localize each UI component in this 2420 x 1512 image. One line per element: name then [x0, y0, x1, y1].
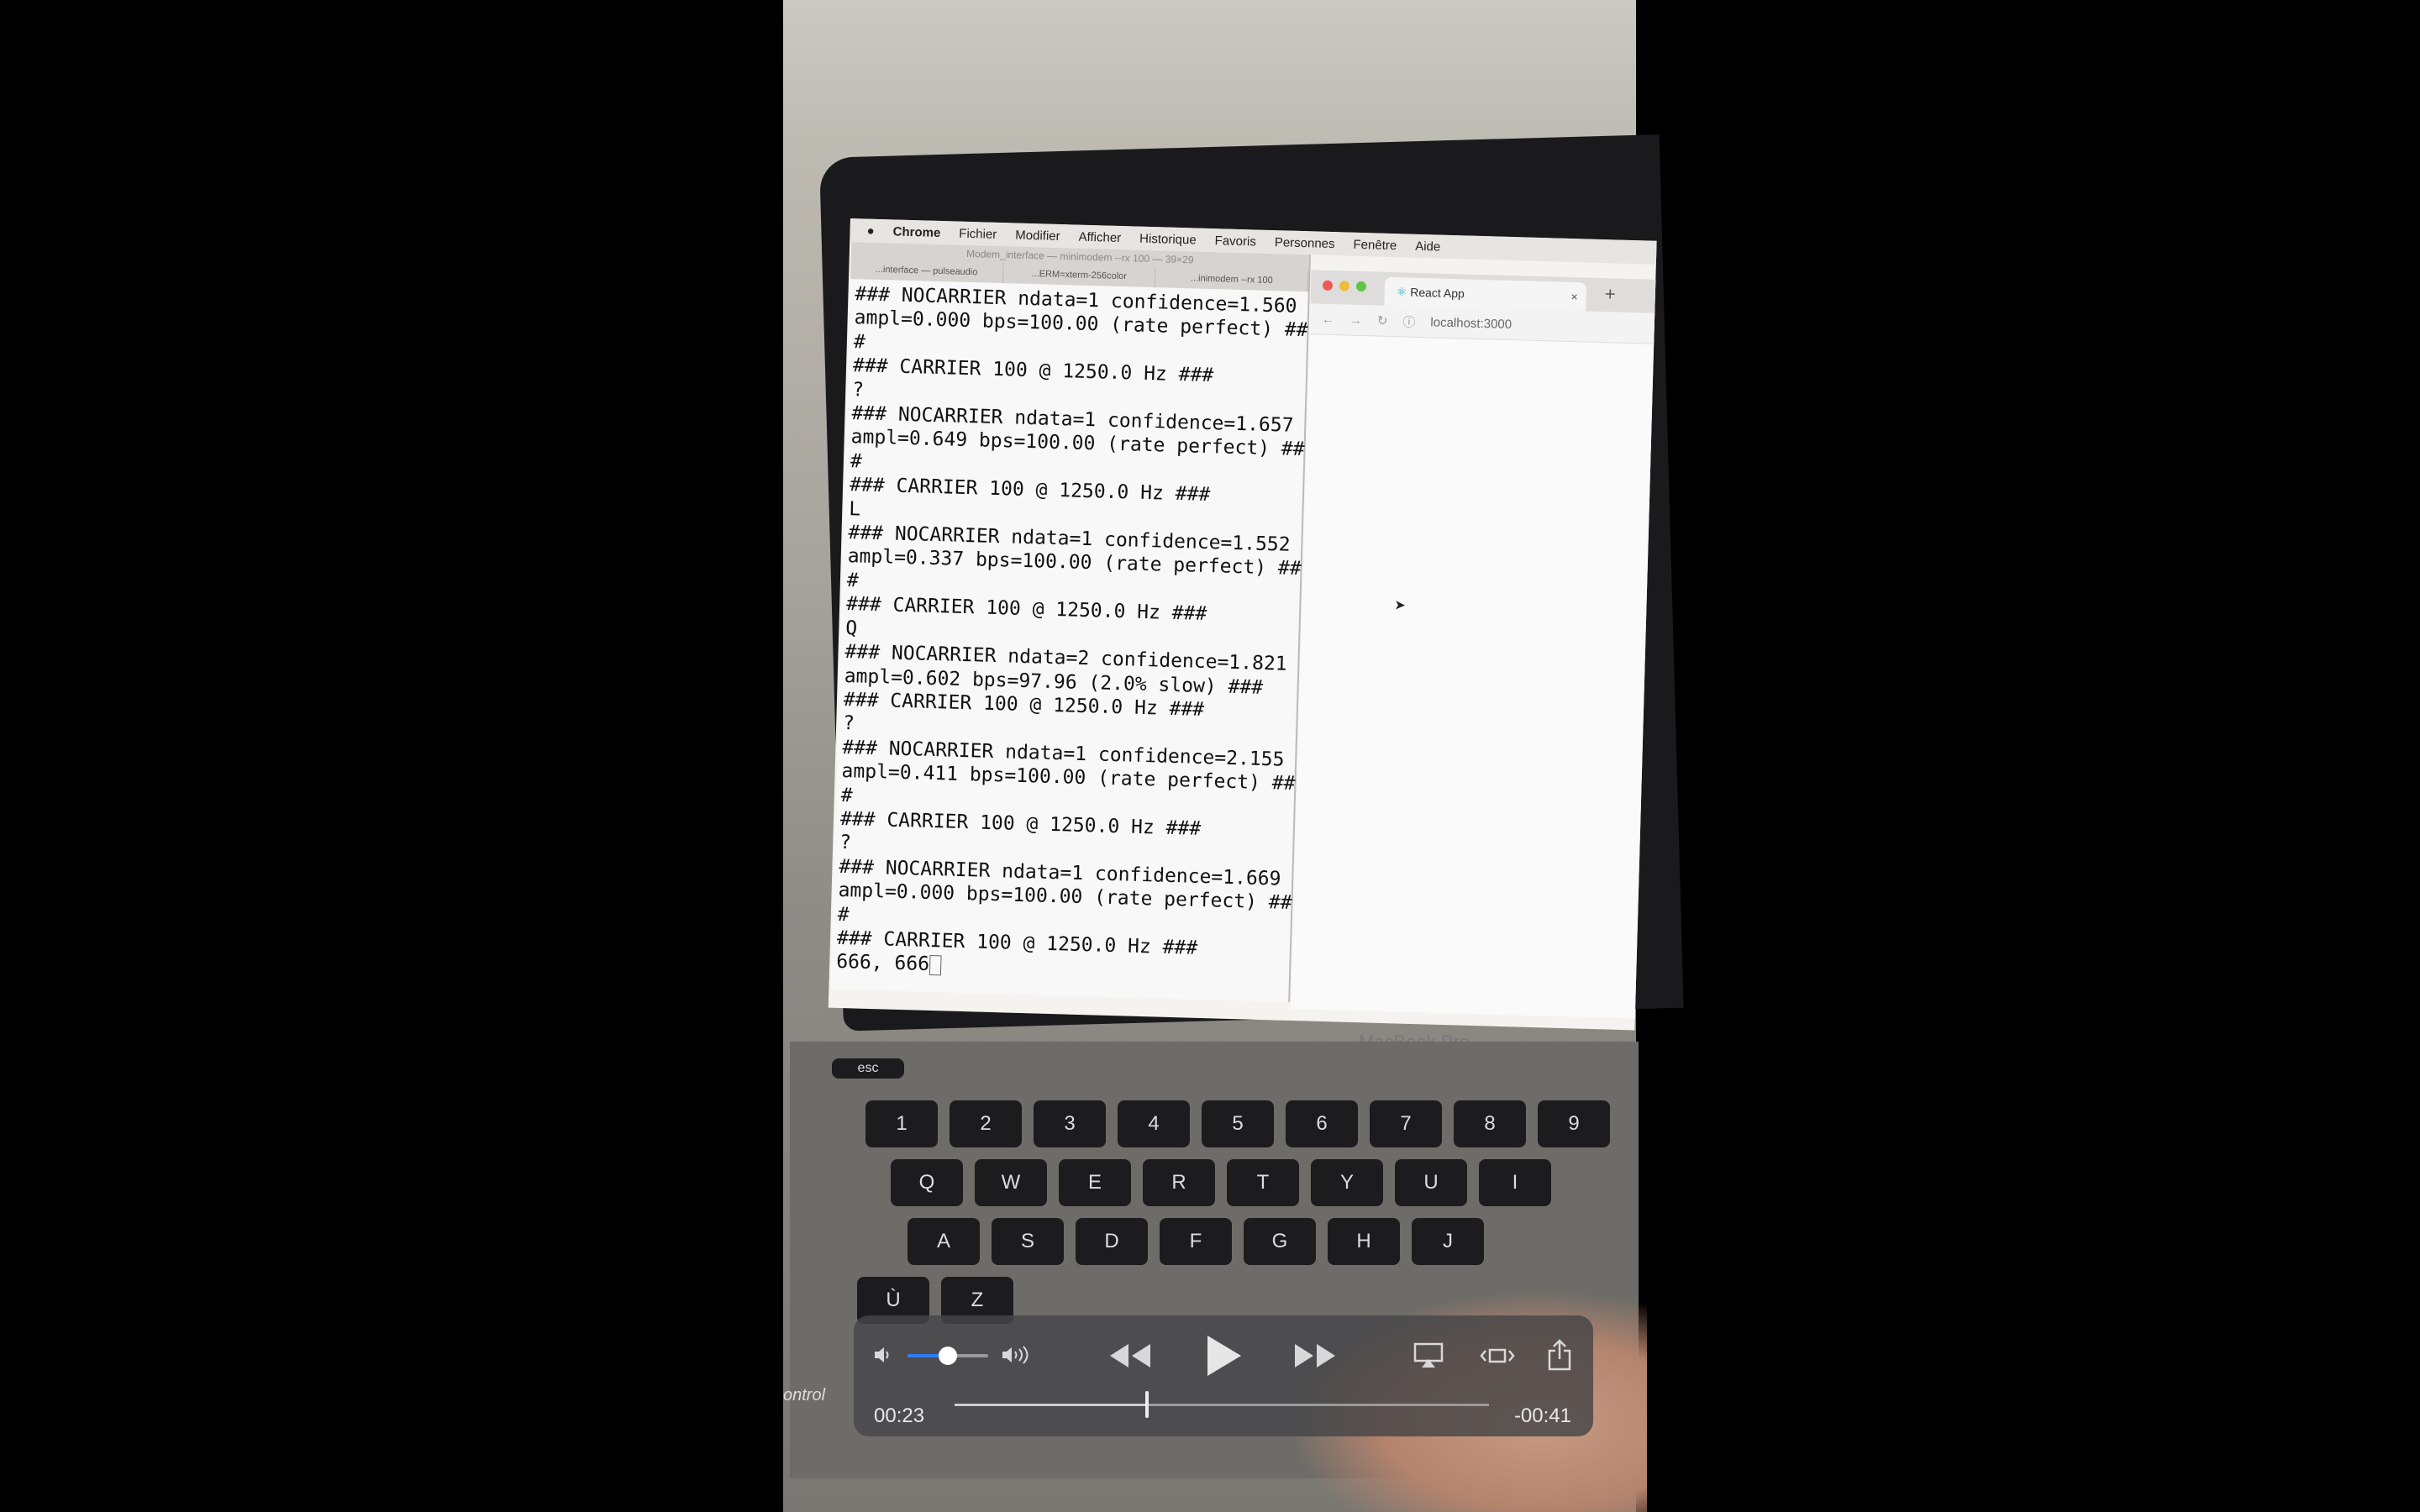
terminal-line: #	[850, 449, 863, 473]
terminal-line: ?	[839, 832, 852, 854]
react-favicon-icon: ⚛	[1396, 285, 1407, 299]
close-window-button[interactable]	[1322, 280, 1334, 291]
key: H	[1328, 1218, 1400, 1265]
key: 9	[1538, 1100, 1610, 1147]
menu-app-name[interactable]: Chrome	[892, 224, 940, 240]
terminal-line: #	[853, 330, 866, 354]
terminal-line: #	[840, 784, 854, 806]
terminal-window[interactable]: Modem_interface — minimodem --rx 100 — 3…	[830, 242, 1312, 1002]
terminal-line: #	[846, 569, 860, 592]
minimize-window-button[interactable]	[1339, 281, 1350, 291]
key: U	[1395, 1159, 1467, 1206]
share-icon[interactable]	[1544, 1337, 1575, 1373]
key: A	[908, 1218, 980, 1265]
info-icon[interactable]: ⓘ	[1402, 312, 1416, 330]
menu-favoris[interactable]: Favoris	[1214, 234, 1256, 249]
menu-aide[interactable]: Aide	[1415, 239, 1440, 254]
key: esc	[832, 1058, 904, 1079]
terminal-line: 666, 666	[835, 951, 930, 976]
menu-fichier[interactable]: Fichier	[959, 226, 997, 241]
reload-icon[interactable]: ↻	[1377, 313, 1388, 328]
key: 5	[1202, 1100, 1274, 1147]
play-icon[interactable]	[1202, 1332, 1245, 1379]
laptop-screen: ● Chrome Fichier Modifier Afficher Histo…	[828, 218, 1657, 1031]
volume-knob[interactable]	[939, 1347, 957, 1365]
video-player-controls: 00:23 -00:41	[854, 1315, 1593, 1436]
menu-afficher[interactable]: Afficher	[1078, 229, 1121, 244]
address-bar[interactable]: localhost:3000	[1430, 315, 1512, 332]
menu-personnes[interactable]: Personnes	[1275, 235, 1335, 251]
browser-window[interactable]: ⚛ React App × + ← → ↻ ⓘ localhost:3000 ➤	[1290, 270, 1657, 1019]
zoom-window-button[interactable]	[1355, 281, 1367, 292]
key: J	[1412, 1218, 1484, 1265]
key: 8	[1454, 1100, 1526, 1147]
terminal-cursor	[929, 954, 942, 976]
mouse-pointer-icon: ➤	[1394, 598, 1407, 613]
airplay-icon[interactable]	[1412, 1341, 1445, 1371]
back-icon[interactable]: ←	[1322, 312, 1334, 326]
terminal-tab-active[interactable]: ...inimodem --rx 100	[1155, 267, 1309, 292]
terminal-line: #	[837, 903, 850, 926]
key: Y	[1311, 1159, 1383, 1206]
new-tab-button[interactable]: +	[1604, 283, 1616, 305]
browser-page-content[interactable]: ➤	[1291, 333, 1657, 1018]
scrubber-handle[interactable]	[1144, 1391, 1149, 1418]
volume-slider[interactable]	[908, 1347, 988, 1365]
terminal-output: ### NOCARRIER ndata=1 confidence=1.560 a…	[831, 279, 1308, 990]
terminal-line: ### CARRIER 100 @ 1250.0 Hz ###	[852, 354, 1214, 387]
key: S	[992, 1218, 1064, 1265]
key: 7	[1370, 1100, 1442, 1147]
menu-historique[interactable]: Historique	[1139, 231, 1197, 247]
volume-high-icon[interactable]	[1000, 1342, 1039, 1368]
key: R	[1143, 1159, 1215, 1206]
key: G	[1244, 1218, 1316, 1265]
key: 3	[1034, 1100, 1106, 1147]
key: 6	[1286, 1100, 1358, 1147]
terminal-line: ?	[851, 378, 865, 402]
key: 4	[1118, 1100, 1190, 1147]
elapsed-time: 00:23	[874, 1404, 925, 1427]
terminal-tab[interactable]: ...interface — pulseaudio	[850, 259, 1004, 284]
aspect-ratio-icon[interactable]	[1479, 1341, 1516, 1371]
terminal-line: ### CARRIER 100 @ 1250.0 Hz ###	[849, 474, 1211, 507]
browser-tab-title: React App	[1410, 285, 1465, 301]
forward-icon[interactable]: →	[1349, 312, 1362, 327]
key: D	[1076, 1218, 1148, 1265]
progress-fill	[955, 1404, 1147, 1406]
tab-close-icon[interactable]: ×	[1570, 282, 1578, 311]
progress-scrubber[interactable]	[955, 1391, 1489, 1418]
menu-modifier[interactable]: Modifier	[1015, 228, 1060, 243]
rewind-icon[interactable]	[1107, 1337, 1153, 1374]
terminal-line: Q	[845, 617, 858, 640]
remaining-time: -00:41	[1513, 1404, 1571, 1427]
terminal-line: ### CARRIER 100 @ 1250.0 Hz ###	[845, 593, 1207, 626]
key: 1	[865, 1100, 938, 1147]
menu-fenetre[interactable]: Fenêtre	[1353, 237, 1397, 252]
volume-low-icon[interactable]	[871, 1342, 896, 1368]
key: 2	[950, 1100, 1022, 1147]
terminal-line: L	[848, 497, 861, 521]
key: E	[1059, 1159, 1131, 1206]
apple-icon[interactable]: ●	[866, 223, 875, 238]
terminal-line: ### CARRIER 100 @ 1250.0 Hz ###	[839, 807, 1202, 840]
key: Q	[891, 1159, 963, 1206]
key: W	[975, 1159, 1047, 1206]
key: T	[1227, 1159, 1299, 1206]
key: I	[1479, 1159, 1551, 1206]
browser-tab[interactable]: ⚛ React App ×	[1384, 276, 1587, 312]
fast-forward-icon[interactable]	[1292, 1337, 1338, 1374]
key: F	[1160, 1218, 1232, 1265]
terminal-tab[interactable]: ...ERM=xterm-256color	[1002, 263, 1156, 288]
terminal-line: ?	[842, 712, 855, 735]
window-controls	[1322, 280, 1367, 292]
control-key-label: ontrol	[783, 1386, 826, 1404]
